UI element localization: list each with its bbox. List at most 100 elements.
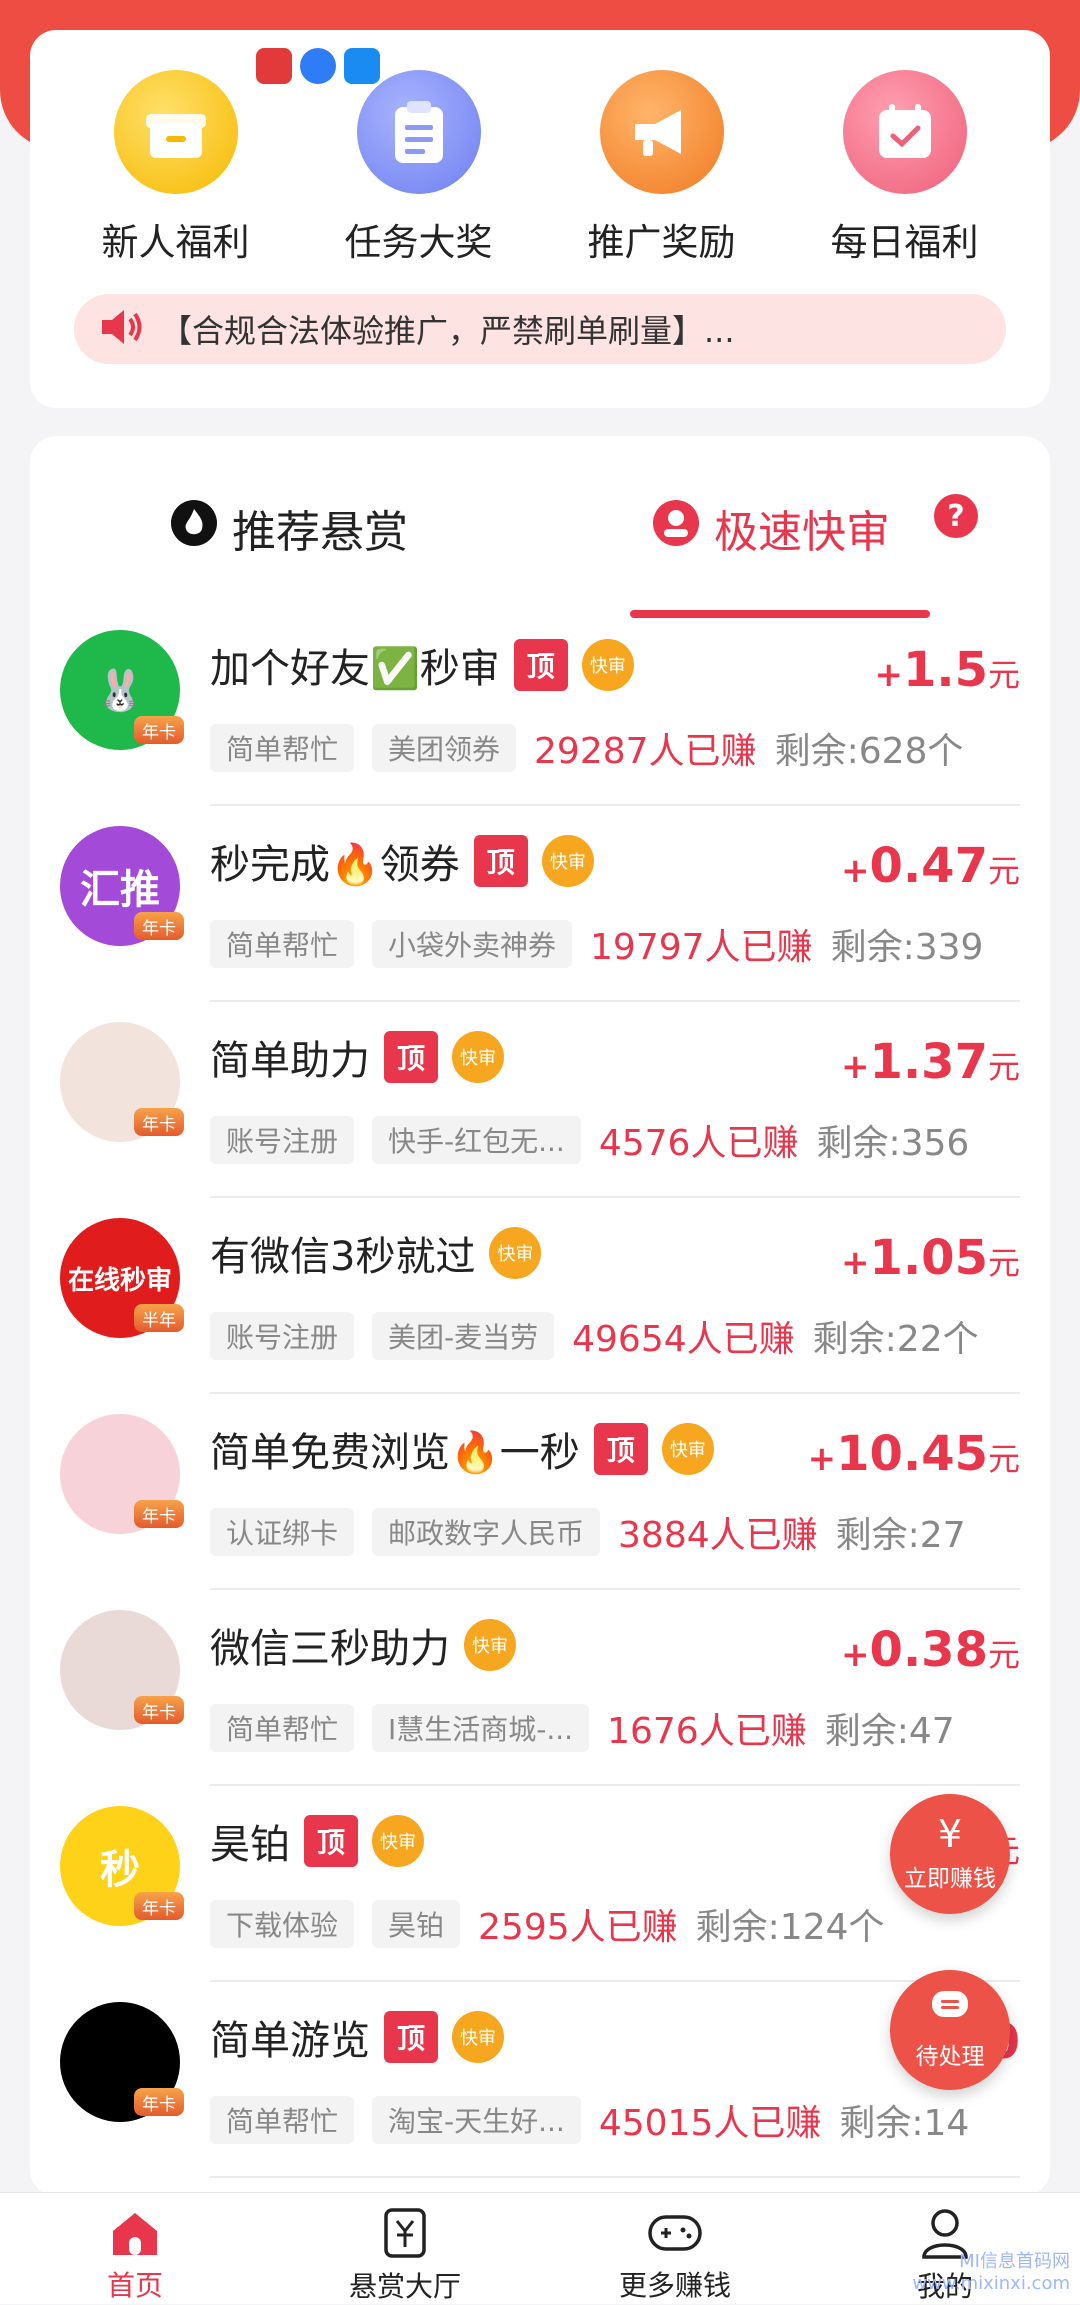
task-row[interactable]: 汇推 年卡 秒完成🔥领券 顶 快审 + 0.47 元 简单帮忙 小袋外卖神券 1… — [30, 806, 1050, 1002]
nav-more-earning[interactable]: 更多赚钱 — [565, 2193, 785, 2304]
task-title: 有微信3秒就过 — [210, 1234, 476, 1280]
earned-count: 2595人已赚 — [478, 1907, 678, 1948]
task-row[interactable]: 在线秒审 半年 有微信3秒就过 快审 + 1.05 元 账号注册 美团-麦当劳 … — [30, 1198, 1050, 1394]
task-meta: 账号注册 快手-红包无... 4576人已赚 剩余:356 — [210, 1114, 969, 1166]
help-icon[interactable]: ? — [934, 494, 978, 538]
avatar-text: 秒 — [100, 1847, 140, 1893]
speaker-icon — [98, 307, 144, 351]
chat-icon — [930, 1989, 970, 2031]
watermark-line: www.mixinxi.com — [912, 2273, 1070, 2294]
yen-download-icon: ¥ — [937, 1812, 963, 1856]
task-meta: 简单帮忙 小袋外卖神券 19797人已赚 剩余:339 — [210, 918, 983, 970]
task-title: 加个好友✅秒审 — [210, 646, 500, 692]
home-icon — [107, 2207, 163, 2258]
task-tag: 美团领券 — [372, 724, 517, 772]
avatar-text: 在线秒审 — [67, 1265, 172, 1296]
task-row[interactable]: 年卡 简单助力 顶 快审 + 1.37 元 账号注册 快手-红包无... 457… — [30, 1002, 1050, 1198]
pinned-badge: 顶 — [593, 1423, 648, 1475]
earned-count: 1676人已赚 — [607, 1711, 807, 1752]
task-row[interactable]: 秒 年卡 昊铂 顶 快审 + 1 元 下载体验 昊铂 2595人已赚 剩余:12… — [30, 1786, 1050, 1982]
fast-review-badge: 快审 — [489, 1227, 542, 1279]
task-tag: 快手-红包无... — [372, 1116, 581, 1164]
pinned-badge: 顶 — [473, 835, 528, 887]
price-unit: 元 — [987, 852, 1020, 890]
task-meta: 认证绑卡 邮政数字人民币 3884人已赚 剩余:27 — [210, 1506, 966, 1558]
task-title-row: 加个好友✅秒审 顶 快审 — [210, 636, 634, 694]
task-meta: 账号注册 美团-麦当劳 49654人已赚 剩余:22个 — [210, 1310, 979, 1362]
task-price: + 0.38 元 — [841, 1622, 1020, 1678]
shortcut-promo-reward[interactable]: 推广奖励 — [552, 70, 772, 266]
price-unit: 元 — [987, 1244, 1020, 1282]
task-tag: 简单帮忙 — [210, 724, 355, 772]
task-tag: 淘宝-天生好... — [372, 2096, 581, 2144]
shortcut-task-prize[interactable]: 任务大奖 — [309, 70, 529, 266]
membership-badge: 年卡 — [134, 912, 184, 940]
gamepad-icon — [647, 2207, 703, 2258]
clipboard-icon — [356, 70, 481, 194]
task-list-card: 推荐悬赏 极速快审 ? 🐰 年卡 加个好友✅秒审 顶 快审 + 1.5 元 简单… — [30, 436, 1050, 2196]
pinned-badge: 顶 — [304, 1815, 358, 1867]
task-title-row: 简单免费浏览🔥一秒 顶 快审 — [210, 1420, 714, 1478]
earned-count: 3884人已赚 — [618, 1515, 818, 1556]
task-title: 秒完成🔥领券 — [210, 842, 460, 888]
shortcut-new-user-benefit[interactable]: 新人福利 — [66, 70, 286, 266]
earned-count: 4576人已赚 — [598, 1123, 799, 1164]
tab-fast-review[interactable]: 极速快审 — [652, 496, 890, 560]
task-tag: I慧生活商城-... — [372, 1704, 590, 1752]
tab-recommended-reward[interactable]: 推荐悬赏 — [170, 496, 408, 560]
fast-review-badge: 快审 — [464, 1619, 516, 1671]
task-tag: 昊铂 — [372, 1900, 461, 1948]
nav-label: 首页 — [106, 2269, 163, 2302]
remaining-count: 剩余:22个 — [812, 1319, 979, 1360]
float-button-label: 待处理 — [915, 2044, 985, 2070]
task-row[interactable]: 🐰 年卡 加个好友✅秒审 顶 快审 + 1.5 元 简单帮忙 美团领券 2928… — [30, 610, 1050, 806]
task-title-row: 微信三秒助力 快审 — [210, 1616, 516, 1674]
price-amount: 1.5 — [902, 642, 988, 698]
price-plus: + — [841, 1243, 870, 1283]
task-price: + 0.47 元 — [841, 838, 1020, 894]
membership-badge: 年卡 — [134, 2088, 184, 2116]
reward-hall-icon — [377, 2207, 433, 2259]
price-plus: + — [807, 1439, 837, 1479]
task-title-row: 昊铂 顶 快审 — [210, 1812, 424, 1870]
remaining-count: 剩余:356 — [816, 1123, 970, 1164]
shortcut-daily-benefit[interactable]: 每日福利 — [795, 70, 1015, 266]
avatar-text: 汇推 — [80, 867, 160, 913]
earned-count: 45015人已赚 — [598, 2103, 822, 2144]
task-title: 简单游览 — [210, 2018, 370, 2064]
task-row[interactable]: 年卡 微信三秒助力 快审 + 0.38 元 简单帮忙 I慧生活商城-... 16… — [30, 1590, 1050, 1786]
user-circle-icon — [652, 499, 700, 558]
task-tag: 美团-麦当劳 — [372, 1312, 555, 1360]
task-title: 简单免费浏览🔥一秒 — [210, 1430, 580, 1476]
membership-badge: 年卡 — [134, 716, 184, 744]
remaining-count: 剩余:14 — [839, 2103, 970, 2144]
pinned-badge: 顶 — [513, 639, 568, 691]
nav-home[interactable]: 首页 — [25, 2193, 245, 2304]
row-divider — [210, 2176, 1020, 2178]
task-tag: 邮政数字人民币 — [372, 1508, 601, 1556]
remaining-count: 剩余:124个 — [695, 1907, 885, 1948]
notice-bar[interactable]: 【合规合法体验推广，严禁刷单刷量】... — [74, 294, 1006, 364]
float-button-label: 立即赚钱 — [904, 1866, 996, 1892]
pinned-badge: 顶 — [384, 2011, 438, 2063]
task-tag: 简单帮忙 — [210, 1704, 355, 1752]
task-tag: 下载体验 — [210, 1900, 355, 1948]
nav-reward-hall[interactable]: 悬赏大厅 — [295, 2193, 515, 2304]
price-amount: 1.05 — [869, 1230, 988, 1286]
pending-button[interactable]: 待处理 — [890, 1970, 1010, 2090]
watermark-line: MI信息首码网 — [959, 2251, 1070, 2272]
megaphone-icon — [599, 70, 724, 194]
remaining-count: 剩余:27 — [835, 1515, 966, 1556]
task-row[interactable]: 年卡 简单免费浏览🔥一秒 顶 快审 + 10.45 元 认证绑卡 邮政数字人民币… — [30, 1394, 1050, 1590]
gift-icon — [113, 70, 238, 194]
watermark: MI信息首码网 www.mixinxi.com — [912, 2247, 1070, 2294]
earn-now-button[interactable]: ¥ 立即赚钱 — [890, 1794, 1010, 1914]
price-unit: 元 — [987, 656, 1020, 694]
task-price: + 10.45 元 — [808, 1426, 1020, 1482]
shortcut-label: 每日福利 — [830, 221, 979, 264]
fast-review-badge: 快审 — [581, 639, 634, 691]
price-plus: + — [874, 655, 903, 695]
nav-label: 悬赏大厅 — [348, 2270, 461, 2303]
task-tag: 认证绑卡 — [210, 1508, 355, 1556]
notice-text: 【合规合法体验推广，严禁刷单刷量】... — [160, 312, 735, 350]
